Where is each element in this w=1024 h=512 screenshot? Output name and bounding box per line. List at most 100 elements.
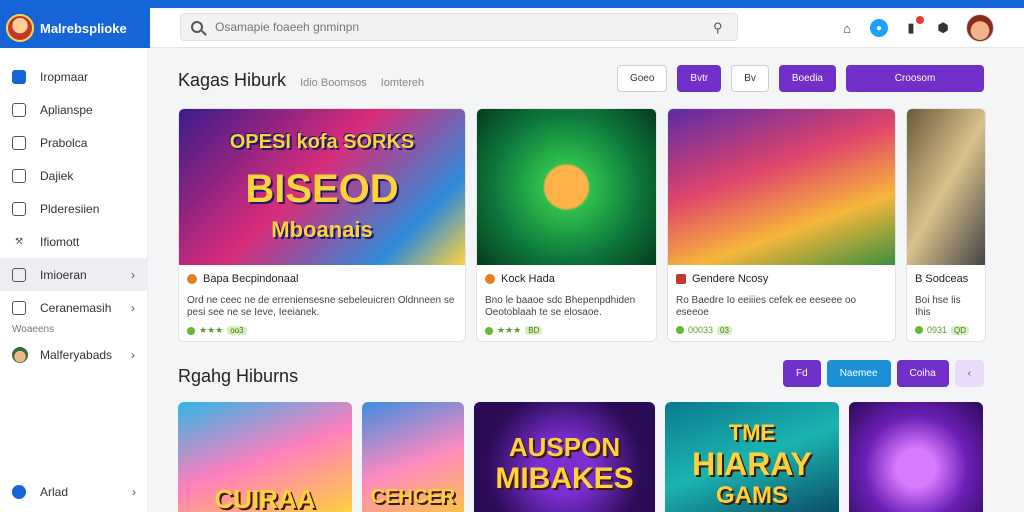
game-card[interactable]: B Sodceas Boi hse lis Ihis 0931 QD xyxy=(906,108,986,342)
sidebar-item-0[interactable]: Iropmaar xyxy=(0,60,147,93)
sidebar-item-1[interactable]: Aplianspe xyxy=(0,93,147,126)
brand-logo-icon xyxy=(6,14,34,42)
thumbnail-art-text: BISEOD xyxy=(245,167,399,211)
game-rating: ★★★ xyxy=(497,325,522,335)
sidebar-item-7[interactable]: Ceranemasih › xyxy=(0,291,147,324)
game-badge: QD xyxy=(951,325,970,335)
list-icon xyxy=(12,300,26,315)
sidebar-item-label: Prabolca xyxy=(40,135,88,150)
leaf-icon xyxy=(915,326,923,334)
game-badge: oo3 xyxy=(227,326,247,335)
game-title: B Sodceas xyxy=(915,273,969,285)
chevron-right-icon: › xyxy=(132,484,136,499)
search-input[interactable] xyxy=(215,20,713,34)
section1-header: Kagas Hiburk Idio Boomsos Iomtereh xyxy=(178,70,424,91)
primary-action-button[interactable]: Croosom xyxy=(846,65,984,92)
section2-button-3[interactable]: ‹ xyxy=(954,360,984,387)
chevron-right-icon: › xyxy=(131,347,135,362)
game-card-2[interactable]: TME HIARAY GAMS xyxy=(665,402,839,512)
section2-button-2[interactable]: Coiha xyxy=(896,360,949,387)
image-icon xyxy=(12,267,26,282)
avatar[interactable] xyxy=(966,14,994,42)
settings-icon[interactable]: ⬢ xyxy=(934,19,952,37)
game-title: Bapa Becpindonaal xyxy=(203,273,299,285)
section1-title: Kagas Hiburk xyxy=(178,70,287,90)
wrench-icon: ⚒ xyxy=(14,236,24,246)
sidebar-item-profile[interactable]: Malferyabads › xyxy=(0,338,147,371)
game-thumbnail xyxy=(477,109,656,265)
home-icon xyxy=(12,69,26,84)
game-icon xyxy=(187,274,197,284)
section2-button-1[interactable]: Naemee xyxy=(826,360,891,387)
sidebar-item-label: Iropmaar xyxy=(40,69,89,84)
thumbnail-art-text: TME xyxy=(728,420,776,445)
sidebar: Iropmaar Aplianspe Prabolca Dajiek Plder… xyxy=(0,48,148,512)
chevron-right-icon: › xyxy=(131,300,135,315)
filter-button-3[interactable]: Boedia xyxy=(778,65,836,92)
profile-avatar-icon xyxy=(12,346,28,363)
filter-button-1[interactable]: Bvtr xyxy=(677,65,722,92)
thumbnail-art-text: AUSPON xyxy=(508,432,621,462)
window-icon xyxy=(12,102,26,117)
game-card-2[interactable]: CEHCER xyxy=(362,402,464,512)
game-thumbnail xyxy=(907,109,985,265)
sidebar-item-bottom[interactable]: Arlad › xyxy=(0,475,148,508)
game-cards-row-2: CUIRAA CEHCER AUSPON MIBAKES TME HIARAY … xyxy=(178,402,983,512)
header-actions: ⌂ ● ▮ ⬢ xyxy=(838,14,994,42)
leaf-icon xyxy=(187,326,195,335)
chat-icon[interactable]: ● xyxy=(870,19,888,37)
thumbnail-art-text: Mboanais xyxy=(271,217,373,242)
sidebar-item-6[interactable]: Imioeran › xyxy=(0,258,147,291)
section1-actions: Goeo Bvtr Bv Boedia Croosom xyxy=(616,65,984,92)
game-description: Boi hse lis Ihis xyxy=(915,295,961,318)
sidebar-item-label: Arlad xyxy=(40,484,69,499)
game-rating: 0931 xyxy=(927,325,948,335)
game-card[interactable]: Kock Hada Bno le baaoe sdc Bhepenpdhiden… xyxy=(476,108,657,342)
game-description: Bno le baaoe sdc Bhepenpdhiden Oeotoblaa… xyxy=(485,295,636,318)
sidebar-item-3[interactable]: Dajiek xyxy=(0,159,147,192)
section2-actions: Fd Naemee Coiha ‹ xyxy=(783,360,984,387)
section1-subtitle-b: Iomtereh xyxy=(380,77,425,89)
game-card-2[interactable]: CUIRAA xyxy=(178,402,352,512)
lock-icon xyxy=(12,135,26,150)
brand-logo-area[interactable]: Malrebsplioke xyxy=(0,8,150,48)
sidebar-item-2[interactable]: Prabolca xyxy=(0,126,147,159)
home-icon[interactable]: ⌂ xyxy=(838,19,856,37)
filter-button-0[interactable]: Goeo xyxy=(616,65,668,92)
section2-button-0[interactable]: Fd xyxy=(783,360,821,387)
puzzle-icon xyxy=(12,168,26,183)
thumbnail-art-text: CEHCER xyxy=(370,486,456,508)
sidebar-item-label: Plderesiien xyxy=(40,201,100,216)
brand-name: Malrebsplioke xyxy=(40,20,127,36)
game-card-2[interactable]: AUSPON MIBAKES xyxy=(474,402,655,512)
sidebar-item-label: Ifiomott xyxy=(40,234,80,249)
sidebar-item-label: Dajiek xyxy=(40,168,74,183)
chevron-right-icon: › xyxy=(131,267,135,282)
search-bar[interactable]: ⚲ xyxy=(180,13,738,41)
globe-icon xyxy=(12,484,26,499)
square-icon xyxy=(12,201,26,216)
notification-icon[interactable]: ▮ xyxy=(902,16,924,37)
search-icon xyxy=(191,21,203,33)
sidebar-item-label: Ceranemasih xyxy=(40,300,112,315)
section2-header: Rgahg Hiburns xyxy=(178,366,298,387)
game-rating: ★★★ xyxy=(199,325,224,335)
sidebar-section-label: Woaeens xyxy=(12,324,55,335)
sidebar-item-label: Imioeran xyxy=(40,267,87,282)
game-thumbnail xyxy=(668,109,895,265)
game-card[interactable]: Gendere Ncosy Ro Baedre Io eeiiies cefek… xyxy=(667,108,896,342)
game-badge: 03 xyxy=(717,325,732,335)
main-content: Kagas Hiburk Idio Boomsos Iomtereh Goeo … xyxy=(148,48,1024,512)
game-card[interactable]: OPESI kofa SORKS BISEOD Mboanais Bapa Be… xyxy=(178,108,466,342)
game-description: Ro Baedre Io eeiiies cefek ee eeseee oo … xyxy=(676,295,857,318)
sidebar-item-5[interactable]: ⚒ Ifiomott xyxy=(0,225,147,258)
thumbnail-art-text: GAMS xyxy=(716,482,788,509)
sidebar-item-4[interactable]: Plderesiien xyxy=(0,192,147,225)
game-card-2[interactable] xyxy=(849,402,983,512)
voice-search-icon[interactable]: ⚲ xyxy=(713,20,727,35)
header: ⚲ ⌂ ● ▮ ⬢ xyxy=(150,8,1024,48)
section2-title: Rgahg Hiburns xyxy=(178,366,299,386)
game-icon xyxy=(485,274,495,284)
filter-button-2[interactable]: Bv xyxy=(731,65,769,92)
game-description: Ord ne ceec ne de erreniensesne sebeleui… xyxy=(187,295,455,318)
